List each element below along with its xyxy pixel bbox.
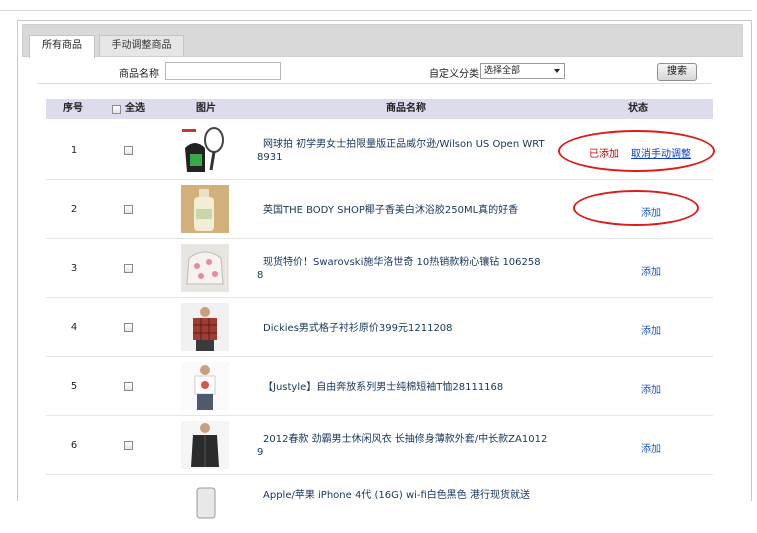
goods-panel: 所有商品 手动调整商品 商品名称 自定义分类 选择全部 搜索 序号 全选 图片 … (17, 20, 752, 528)
goods-name-line-1: 【Justyle】自由奔放系列男士纯棉短袖T恤28111168 (263, 382, 504, 393)
add-link[interactable]: 添加 (641, 204, 661, 219)
goods-name[interactable]: Dickies男式格子衬衫原价399元1211208 (257, 322, 557, 335)
row-checkbox[interactable] (124, 146, 133, 155)
tab-manual-adjust-goods[interactable]: 手动调整商品 (99, 35, 184, 56)
thumb-crystal-bag[interactable] (181, 244, 229, 292)
goods-name-label: 商品名称 (119, 69, 159, 80)
table-row: Apple/苹果 iPhone 4代 (16G) wi-fi白色黑色 港行现货就… (46, 475, 713, 533)
goods-name-line-2: 8 (257, 270, 264, 281)
table-row: 3 现货特价！Swarovski施华洛世奇 10热销款粉心镶钻 106258 8… (46, 239, 713, 298)
table-row: 6 2012春款 劲霸男士休闲风衣 长抽修身薄款外套/中长款ZA1012 9 添… (46, 416, 713, 475)
thumb-tennis-racket-bag[interactable] (181, 126, 229, 174)
thumb-phone-box[interactable] (181, 480, 229, 528)
table-row: 5 【Justyle】自由奔放系列男士纯棉短袖T恤28111168 添加 (46, 357, 713, 416)
top-divider (0, 10, 752, 11)
goods-name-line-1: 英国THE BODY SHOP椰子香美白沐浴胶250ML真的好香 (263, 205, 519, 216)
category-select-value: 选择全部 (484, 66, 521, 76)
header-image: 图片 (196, 103, 216, 114)
header-status: 状态 (628, 103, 648, 114)
row-checkbox[interactable] (124, 441, 133, 450)
header-index: 序号 (63, 103, 83, 114)
row-index: 1 (70, 145, 78, 156)
table-row: 1 网球拍 初学男女士拍限量版正品威尔逊/Wilson US Open WRT … (46, 121, 713, 180)
goods-name-input[interactable] (165, 62, 281, 80)
goods-name-line-2: 9 (257, 447, 264, 458)
table-row: 4 Dickies男式格子衬衫原价399元1211208 添加 (46, 298, 713, 357)
goods-name-line-1: 2012春款 劲霸男士休闲风衣 长抽修身薄款外套/中长款ZA1012 (263, 434, 548, 445)
goods-name[interactable]: 【Justyle】自由奔放系列男士纯棉短袖T恤28111168 (257, 381, 557, 394)
category-select[interactable]: 选择全部 (480, 63, 565, 79)
chevron-down-icon (554, 69, 560, 73)
row-checkbox[interactable] (124, 382, 133, 391)
goods-name[interactable]: 网球拍 初学男女士拍限量版正品威尔逊/Wilson US Open WRT 89… (257, 138, 557, 164)
goods-name-line-1: Dickies男式格子衬衫原价399元1211208 (263, 323, 453, 334)
table-header: 序号 全选 图片 商品名称 状态 (46, 99, 713, 119)
row-index: 6 (70, 440, 78, 451)
add-link[interactable]: 添加 (641, 381, 661, 396)
row-checkbox[interactable] (124, 205, 133, 214)
thumb-plaid-shirt-model[interactable] (181, 303, 229, 351)
thumb-body-wash-bottle[interactable] (181, 185, 229, 233)
add-link[interactable]: 添加 (641, 440, 661, 455)
row-index: 2 (70, 204, 78, 215)
cancel-manual-adjust-link[interactable]: 取消手动调整 (631, 145, 691, 160)
goods-name-line-2: 8931 (257, 152, 283, 163)
goods-name-line-1: 现货特价！Swarovski施华洛世奇 10热销款粉心镶钻 106258 (263, 257, 541, 268)
goods-name-line-1: Apple/苹果 iPhone 4代 (16G) wi-fi白色黑色 港行现货就… (263, 490, 530, 501)
search-divider (38, 83, 711, 84)
goods-name-line-1: 网球拍 初学男女士拍限量版正品威尔逊/Wilson US Open WRT (263, 139, 545, 150)
row-index: 5 (70, 381, 78, 392)
add-link[interactable]: 添加 (641, 263, 661, 278)
header-select-all: 全选 (125, 103, 145, 114)
goods-name[interactable]: 英国THE BODY SHOP椰子香美白沐浴胶250ML真的好香 (257, 204, 557, 217)
search-bar: 商品名称 自定义分类 选择全部 搜索 (18, 59, 751, 83)
row-checkbox[interactable] (124, 264, 133, 273)
goods-name[interactable]: 2012春款 劲霸男士休闲风衣 长抽修身薄款外套/中长款ZA1012 9 (257, 433, 557, 459)
tab-bar: 所有商品 手动调整商品 (22, 24, 743, 58)
add-link[interactable]: 添加 (641, 322, 661, 337)
row-checkbox[interactable] (124, 323, 133, 332)
row-index: 3 (70, 263, 78, 274)
custom-category-label: 自定义分类 (429, 69, 479, 80)
status-added-text: 已添加 (589, 149, 619, 160)
goods-name[interactable]: 现货特价！Swarovski施华洛世奇 10热销款粉心镶钻 106258 8 (257, 256, 557, 282)
select-all-checkbox[interactable] (112, 105, 121, 114)
thumb-tshirt-model[interactable] (181, 362, 229, 410)
table-row: 2 英国THE BODY SHOP椰子香美白沐浴胶250ML真的好香 添加 (46, 180, 713, 239)
row-index: 4 (70, 322, 78, 333)
thumb-black-coat-model[interactable] (181, 421, 229, 469)
tab-all-goods[interactable]: 所有商品 (29, 35, 95, 58)
header-goods-name: 商品名称 (386, 103, 426, 114)
goods-name[interactable]: Apple/苹果 iPhone 4代 (16G) wi-fi白色黑色 港行现货就… (257, 489, 557, 502)
search-button[interactable]: 搜索 (657, 63, 697, 81)
